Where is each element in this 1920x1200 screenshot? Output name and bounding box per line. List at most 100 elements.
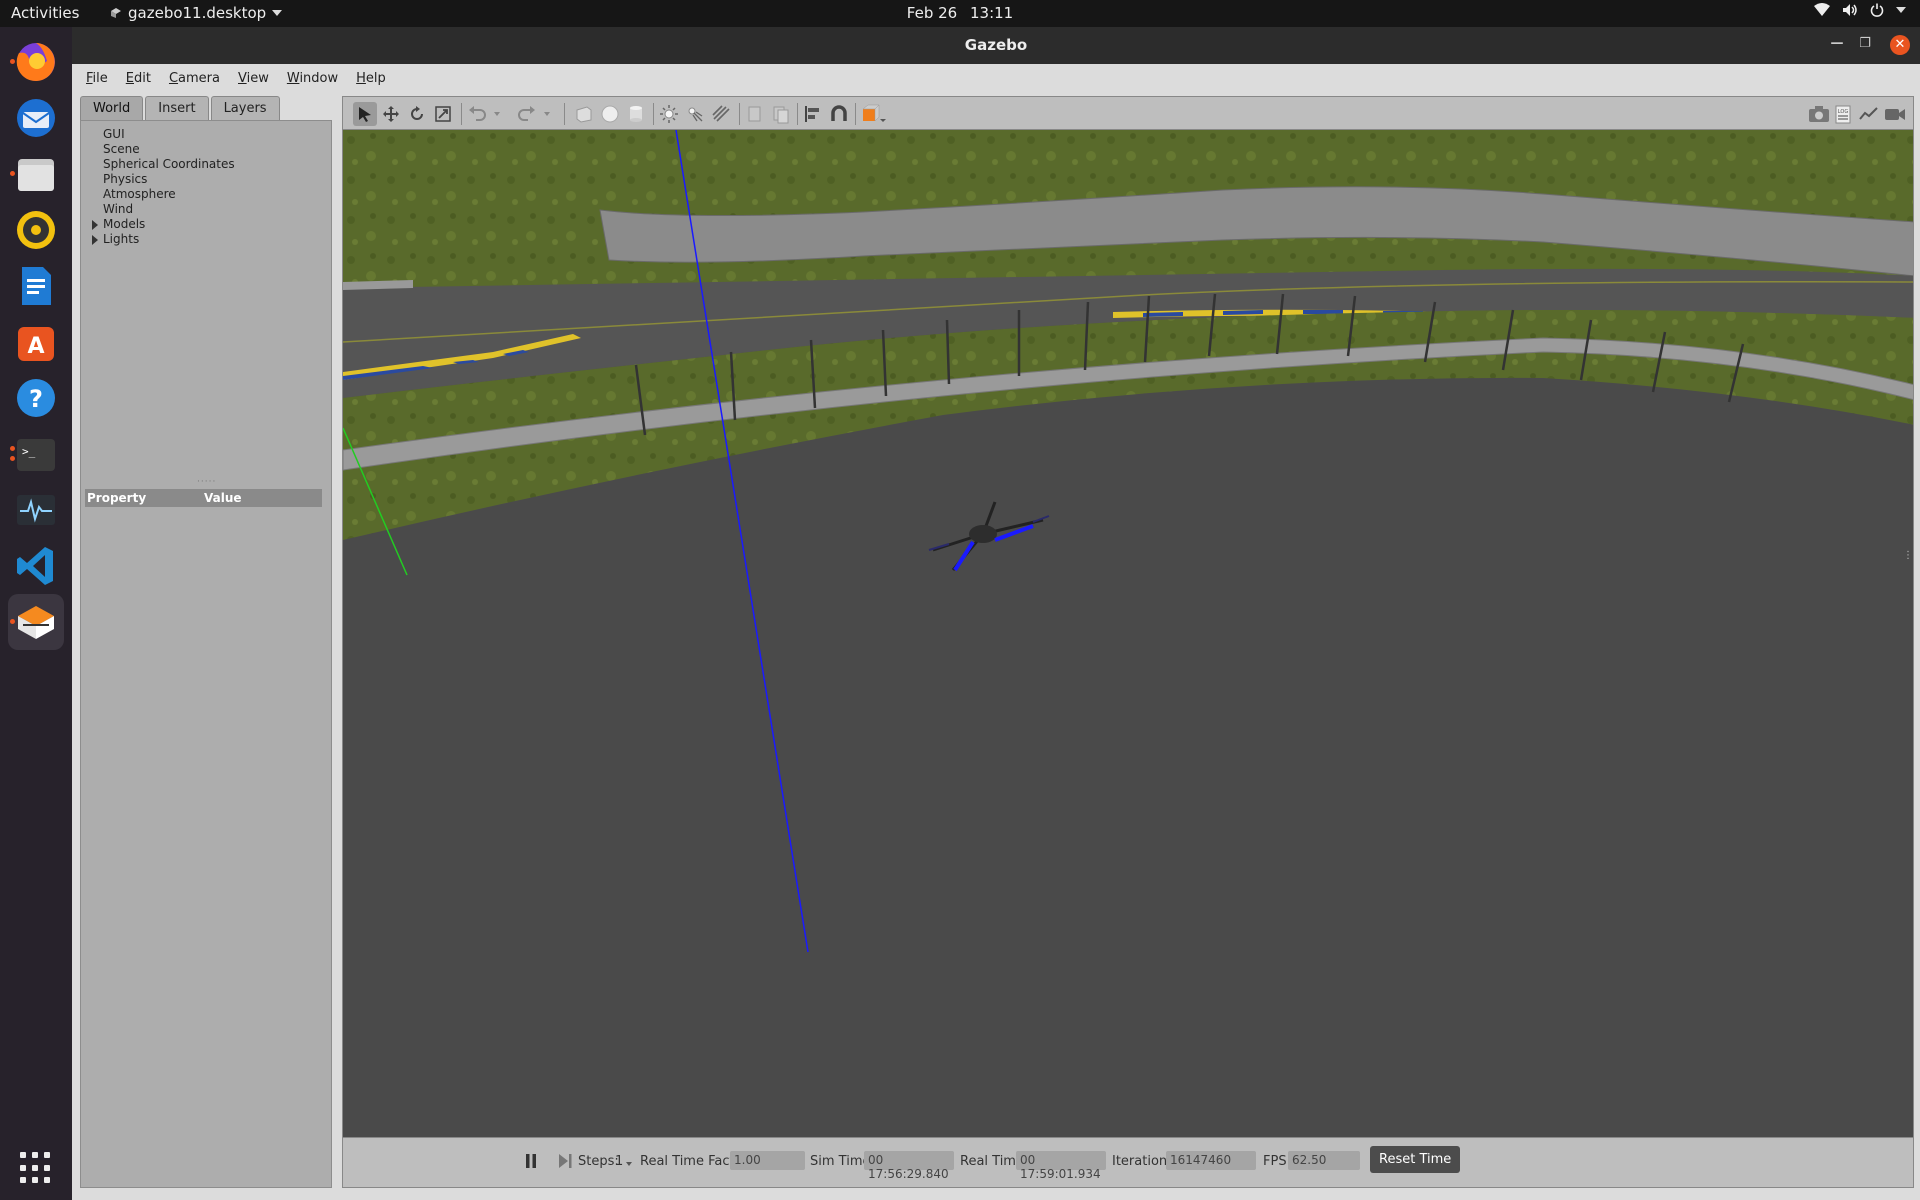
dock-files[interactable] — [8, 146, 64, 202]
scene-toolbar: LOG — [342, 96, 1914, 130]
record-icon[interactable] — [1883, 102, 1907, 126]
box-icon[interactable] — [572, 102, 596, 126]
screenshot-icon[interactable] — [1807, 102, 1831, 126]
dock-rhythmbox[interactable] — [8, 202, 64, 258]
cylinder-icon[interactable] — [624, 102, 648, 126]
clock[interactable]: Feb 26 13:11 — [0, 4, 1920, 22]
tree-item-lights[interactable]: Lights — [92, 232, 140, 246]
tree-item-physics[interactable]: Physics — [103, 172, 147, 186]
left-panel: World Insert Layers GUI Scene Spherical … — [80, 96, 332, 1188]
steps-dropdown-icon[interactable] — [626, 1162, 632, 1166]
point-light-icon[interactable] — [657, 102, 681, 126]
gazebo-window: Gazebo — ❐ ✕ File Edit Camera View Windo… — [72, 27, 1920, 1200]
dock-vscode[interactable] — [8, 538, 64, 594]
right-panel-handle[interactable]: ⋮ — [1903, 550, 1913, 561]
paste-icon[interactable] — [769, 102, 793, 126]
menu-bar: File Edit Camera View Window Help — [72, 64, 1920, 92]
gnome-top-bar: Activities gazebo11.desktop Feb 26 13:11 — [0, 0, 1920, 27]
fps-label: FPS: — [1263, 1154, 1291, 1169]
menu-view[interactable]: View — [232, 67, 275, 90]
translate-icon[interactable] — [379, 102, 403, 126]
tree-item-scene[interactable]: Scene — [103, 142, 140, 156]
expand-arrow-icon[interactable] — [92, 220, 98, 230]
gazebo-icon — [18, 606, 54, 639]
dock-help[interactable]: ? — [8, 370, 64, 426]
align-icon[interactable] — [801, 102, 825, 126]
log-icon[interactable]: LOG — [1831, 102, 1855, 126]
dock-gazebo[interactable] — [8, 594, 64, 650]
dock: A ? >_ — [0, 27, 72, 1200]
svg-text:A: A — [27, 334, 44, 359]
pause-icon[interactable] — [524, 1153, 538, 1169]
thunderbird-icon — [17, 99, 55, 137]
tab-insert[interactable]: Insert — [145, 96, 209, 120]
window-title: Gazebo — [964, 36, 1028, 54]
toolbar-separator — [653, 103, 654, 125]
rotate-icon[interactable] — [405, 102, 429, 126]
menu-window[interactable]: Window — [281, 67, 344, 90]
reset-time-button[interactable]: Reset Time — [1370, 1146, 1461, 1173]
expand-arrow-icon[interactable] — [92, 235, 98, 245]
sphere-icon[interactable] — [598, 102, 622, 126]
files-icon — [18, 159, 54, 191]
dock-system-monitor[interactable] — [8, 482, 64, 538]
step-icon[interactable] — [557, 1153, 573, 1169]
menu-file[interactable]: File — [80, 67, 114, 90]
world-tree: GUI Scene Spherical Coordinates Physics … — [80, 120, 332, 1188]
dock-libreoffice-writer[interactable] — [8, 258, 64, 314]
system-tray[interactable] — [1814, 3, 1906, 17]
tree-item-gui[interactable]: GUI — [103, 127, 125, 141]
scale-icon[interactable] — [431, 102, 455, 126]
select-icon[interactable] — [353, 102, 377, 126]
view-angle-icon[interactable] — [859, 102, 889, 126]
toolbar-separator — [739, 103, 740, 125]
iterations-value: 16147460 — [1166, 1151, 1256, 1170]
power-icon — [1870, 3, 1884, 17]
menu-help[interactable]: Help — [350, 67, 392, 90]
plot-icon[interactable] — [1857, 102, 1881, 126]
tree-item-lights-label: Lights — [103, 232, 140, 246]
wifi-icon — [1814, 3, 1830, 16]
minimize-icon[interactable]: — — [1827, 36, 1847, 51]
rhythmbox-icon — [17, 211, 55, 249]
undo-icon[interactable] — [465, 102, 489, 126]
dock-terminal[interactable]: >_ — [8, 426, 64, 482]
window-titlebar[interactable]: Gazebo — ❐ ✕ — [72, 27, 1920, 64]
svg-text:?: ? — [29, 385, 43, 413]
tab-world[interactable]: World — [80, 96, 144, 120]
dock-firefox[interactable] — [8, 34, 64, 90]
toolbar-separator — [797, 103, 798, 125]
scene-render: ⋮ — [343, 130, 1913, 1137]
tree-item-atmosphere[interactable]: Atmosphere — [103, 187, 176, 201]
undo-dropdown-icon[interactable] — [491, 102, 503, 126]
directional-light-icon[interactable] — [709, 102, 733, 126]
redo-dropdown-icon[interactable] — [541, 102, 553, 126]
dock-app-center[interactable]: A — [8, 314, 64, 370]
spot-light-icon[interactable] — [683, 102, 707, 126]
snap-icon[interactable] — [827, 102, 851, 126]
tree-item-models[interactable]: Models — [92, 217, 146, 231]
tree-item-models-label: Models — [103, 217, 146, 231]
tree-item-wind[interactable]: Wind — [103, 202, 133, 216]
running-indicator — [10, 619, 15, 624]
show-applications-icon[interactable] — [20, 1152, 52, 1184]
system-monitor-icon — [17, 495, 55, 525]
chevron-down-icon — [1896, 7, 1906, 13]
vscode-icon — [17, 547, 53, 585]
menu-camera[interactable]: Camera — [163, 67, 226, 90]
tab-layers[interactable]: Layers — [210, 96, 280, 120]
close-icon[interactable]: ✕ — [1890, 35, 1910, 55]
steps-value[interactable]: 1 — [615, 1154, 623, 1169]
dock-thunderbird[interactable] — [8, 90, 64, 146]
panel-splitter-handle[interactable]: ····· — [197, 477, 216, 487]
restore-icon[interactable]: ❐ — [1855, 36, 1875, 51]
copy-icon[interactable] — [743, 102, 767, 126]
redo-icon[interactable] — [515, 102, 539, 126]
menu-edit[interactable]: Edit — [120, 67, 157, 90]
toolbar-separator — [855, 103, 856, 125]
scene-viewport[interactable]: ⋮ — [342, 130, 1914, 1137]
toolbar-separator — [564, 103, 565, 125]
tree-item-spherical-coordinates[interactable]: Spherical Coordinates — [103, 157, 235, 171]
value-column-header: Value — [204, 491, 242, 505]
app-center-icon: A — [18, 327, 54, 361]
